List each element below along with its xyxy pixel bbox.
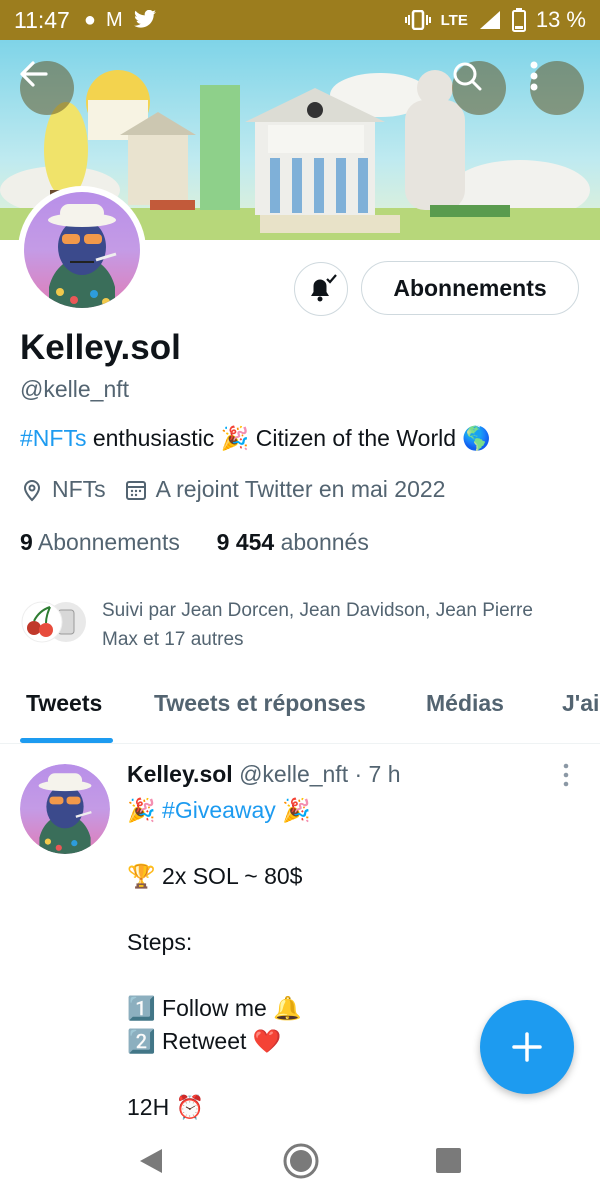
notifications-bell-button[interactable] (294, 262, 348, 316)
tweet-line-prize: 🏆 2x SOL ~ 80$ (127, 860, 311, 893)
tweet-author-handle: @kelle_nft (239, 761, 349, 787)
chat-notification-icon: ● (83, 9, 96, 31)
tab-media[interactable]: Médias (426, 690, 504, 717)
bell-icon: 🔔 (273, 996, 302, 1022)
party-popper-icon: 🎉 (127, 798, 156, 824)
profile-bio: #NFTs enthusiastic 🎉 Citizen of the Worl… (20, 425, 491, 452)
keycap-two-icon: 2️⃣ (127, 1029, 156, 1055)
bell-check-icon (311, 274, 337, 302)
tweet-text: 🎉 #Giveaway 🎉 🏆 2x SOL ~ 80$ Steps: 1️⃣ … (127, 794, 311, 1124)
battery-level: 13 % (535, 7, 586, 32)
nav-home-icon[interactable] (282, 1142, 320, 1180)
nav-back-icon[interactable] (138, 1147, 164, 1175)
location-pin-icon (23, 479, 41, 501)
follower-avatars-image (21, 601, 86, 643)
profile-tabs: Tweets Tweets et réponses Médias J'ai (0, 680, 600, 744)
profile-name: Kelley.sol (20, 328, 181, 367)
bio-hashtag-link[interactable]: #NFTs (20, 425, 86, 451)
profile-stats: 9 Abonnements 9 454 abonnés (20, 529, 369, 556)
android-navigation-bar (0, 1130, 600, 1200)
tab-likes[interactable]: J'ai (562, 690, 599, 717)
tweet-line-step1: 1️⃣ Follow me 🔔 (127, 992, 311, 1025)
tweet-line-hashtag: 🎉 #Giveaway 🎉 (127, 794, 311, 827)
profile-meta: NFTs A rejoint Twitter en mai 2022 (20, 476, 445, 503)
status-time: 11:47 (14, 6, 70, 33)
more-vertical-icon (563, 763, 569, 787)
compose-tweet-button[interactable] (480, 1000, 574, 1094)
tweet-time: · 7 h (354, 761, 401, 787)
bio-text-1: enthusiastic (92, 425, 215, 451)
red-heart-icon: ❤️ (252, 1029, 282, 1055)
followers-stat[interactable]: 9 454 abonnés (217, 529, 369, 555)
tweet-more-button[interactable] (556, 762, 576, 788)
calendar-icon (125, 480, 146, 500)
trophy-icon: 🏆 (127, 864, 156, 890)
profile-joined-date: A rejoint Twitter en mai 2022 (155, 476, 446, 502)
search-button[interactable] (452, 61, 506, 115)
tweet-line-duration: 12H ⏰ (127, 1091, 311, 1124)
ape-avatar-image-small (38, 773, 92, 854)
more-vertical-icon (530, 61, 538, 91)
search-icon (453, 62, 482, 91)
profile-avatar[interactable] (18, 186, 146, 314)
tweet-author-name[interactable]: Kelley.sol (127, 761, 233, 787)
vibrate-icon (404, 10, 431, 30)
followed-by[interactable]: Suivi par Jean Dorcen, Jean Davidson, Je… (20, 596, 542, 654)
status-bar: 11:47 ● M LTE 13 % (0, 0, 600, 40)
arrow-left-icon (20, 61, 48, 87)
globe-icon: 🌎 (462, 426, 492, 452)
battery-icon (511, 8, 526, 32)
alarm-clock-icon: ⏰ (175, 1095, 205, 1121)
active-tab-indicator (20, 738, 113, 743)
tweet-author-avatar[interactable] (20, 764, 110, 854)
gmail-icon: M (105, 9, 123, 31)
tweet-header: Kelley.sol @kelle_nft · 7 h (127, 761, 401, 788)
back-button[interactable] (20, 61, 74, 115)
followers-avatars (20, 596, 90, 646)
profile-handle: @kelle_nft (20, 376, 130, 402)
more-options-button[interactable] (530, 61, 584, 115)
party-popper-icon: 🎉 (220, 426, 250, 452)
tab-tweets[interactable]: Tweets (26, 690, 102, 717)
profile-location: NFTs (52, 476, 106, 502)
tweet-line-steps: Steps: (127, 929, 193, 955)
tab-tweets-replies[interactable]: Tweets et réponses (154, 690, 366, 717)
keycap-one-icon: 1️⃣ (127, 996, 156, 1022)
bio-text-2: Citizen of the World (255, 425, 457, 451)
party-popper-icon: 🎉 (282, 798, 311, 824)
ape-avatar-image (48, 204, 117, 308)
tweet-hashtag-link[interactable]: #Giveaway (162, 797, 276, 823)
twitter-bird-icon (133, 10, 156, 28)
following-stat[interactable]: 9 Abonnements (20, 529, 180, 555)
plus-icon (512, 1032, 542, 1062)
signal-icon (479, 11, 500, 29)
followed-by-text: Suivi par Jean Dorcen, Jean Davidson, Je… (102, 600, 533, 650)
nav-recent-apps-icon[interactable] (436, 1148, 461, 1173)
network-type: LTE (440, 11, 468, 29)
following-button[interactable]: Abonnements (361, 261, 579, 315)
tweet-line-step2: 2️⃣ Retweet ❤️ (127, 1025, 311, 1058)
